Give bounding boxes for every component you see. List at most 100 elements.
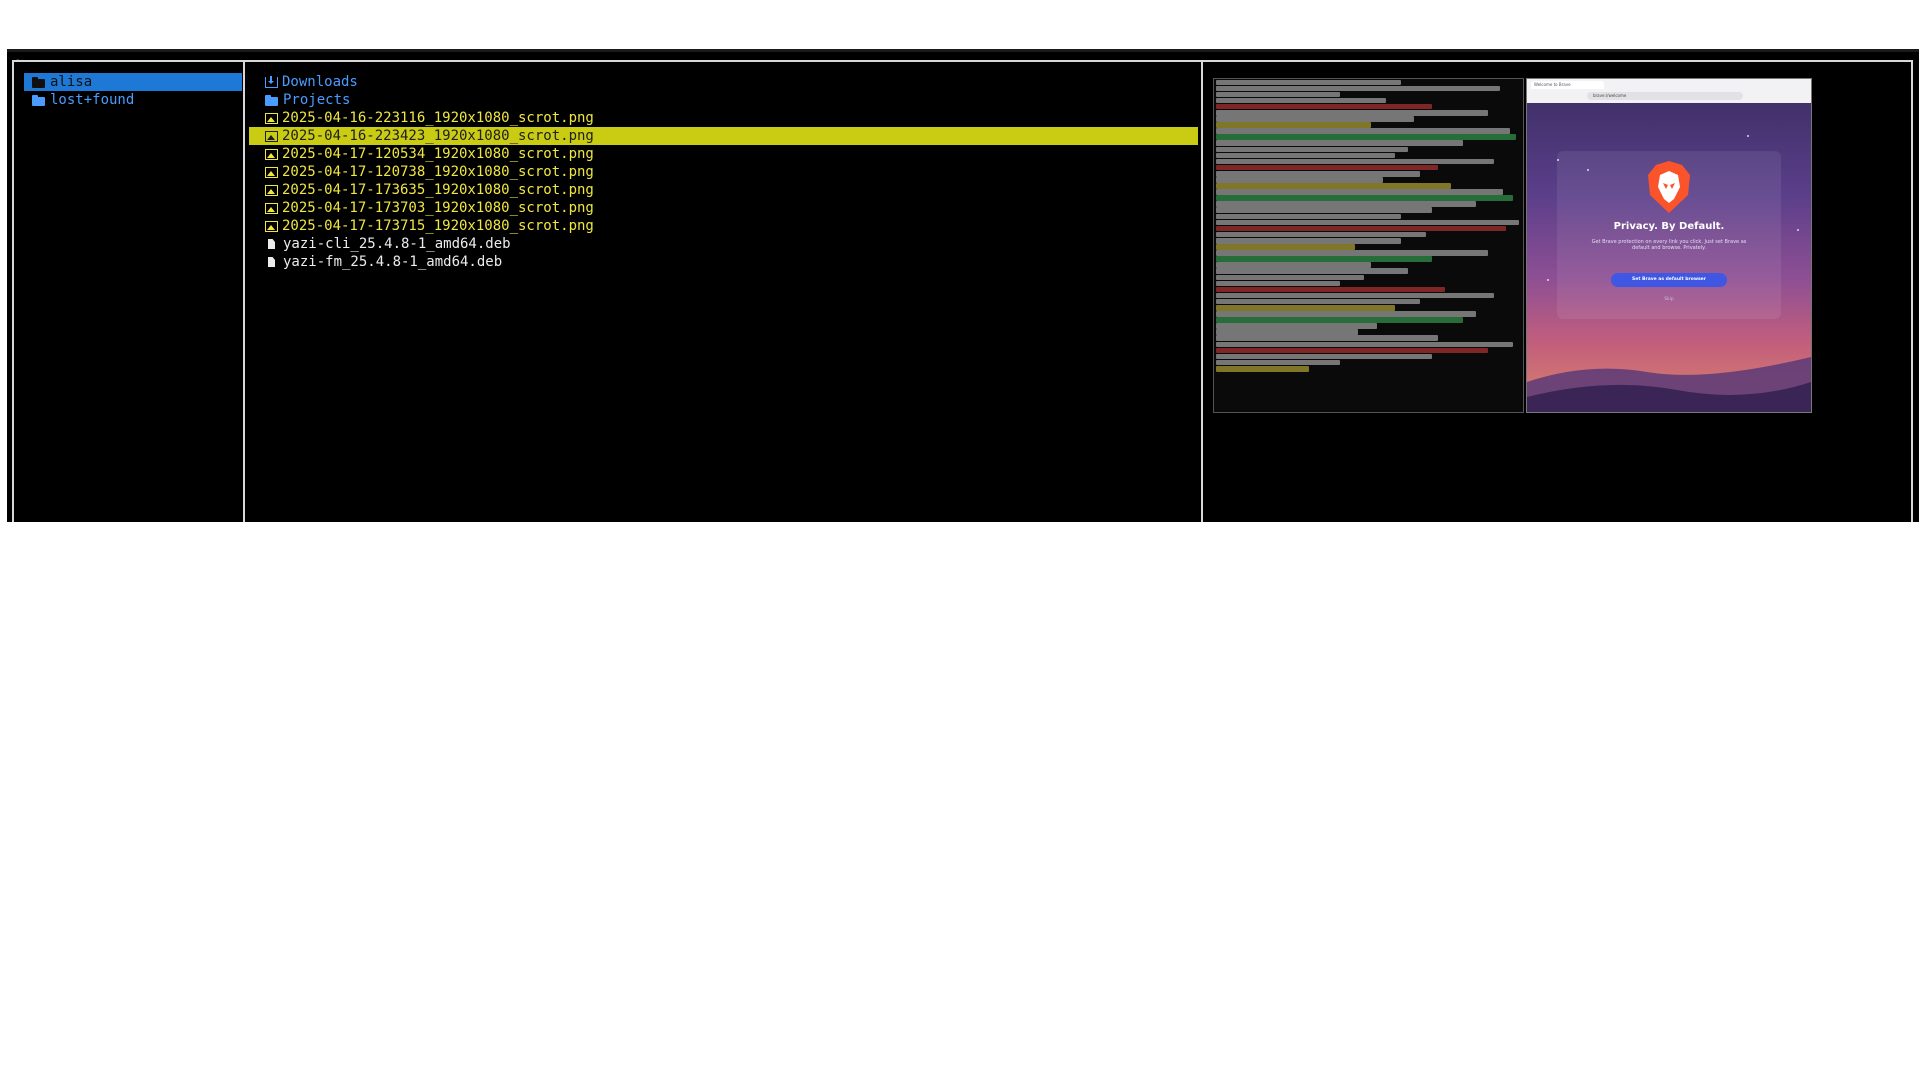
welcome-headline: Privacy. By Default. xyxy=(1613,221,1725,232)
file-item-image[interactable]: 2025-04-17-120534_1920x1080_scrot.png xyxy=(249,145,1198,163)
terminal-line xyxy=(1216,329,1359,335)
file-name: Downloads xyxy=(282,74,358,90)
download-folder-icon xyxy=(265,75,278,88)
preview-browser-screenshot: Welcome to Brave brave://welcome Privacy… xyxy=(1526,78,1812,413)
terminal-line xyxy=(1216,219,1519,226)
file-icon xyxy=(265,238,279,250)
frame-right-border xyxy=(1911,62,1913,522)
preview-pane-divider[interactable] xyxy=(1201,62,1203,522)
terminal-line xyxy=(1216,256,1433,262)
terminal-line xyxy=(1216,164,1439,171)
image-icon xyxy=(265,202,278,214)
terminal-line xyxy=(1216,298,1420,305)
terminal-line xyxy=(1216,237,1402,244)
terminal-line xyxy=(1216,311,1476,317)
file-item-deb[interactable]: yazi-fm_25.4.8-1_amd64.deb xyxy=(249,253,1198,271)
terminal-line xyxy=(1216,195,1513,201)
folder-name: alisa xyxy=(50,74,93,90)
terminal-line xyxy=(1216,286,1445,293)
star-dot xyxy=(1547,279,1549,281)
terminal-line xyxy=(1216,91,1340,98)
terminal-line xyxy=(1216,231,1427,238)
terminal-line xyxy=(1216,207,1433,214)
image-icon xyxy=(265,184,278,196)
file-icon xyxy=(265,256,279,268)
terminal-line xyxy=(1216,353,1433,360)
skip-link: Skip xyxy=(1664,297,1674,302)
image-icon xyxy=(265,130,278,142)
terminal-line xyxy=(1216,268,1408,274)
terminal-line xyxy=(1216,292,1495,299)
file-item-projects[interactable]: Projects xyxy=(249,91,1198,109)
frame-left-border xyxy=(12,62,14,522)
file-item-image[interactable]: 2025-04-17-173635_1920x1080_scrot.png xyxy=(249,181,1198,199)
terminal-line xyxy=(1216,79,1402,86)
terminal-line xyxy=(1216,109,1488,116)
terminal-line xyxy=(1216,274,1365,281)
terminal-line xyxy=(1216,85,1501,92)
terminal-line xyxy=(1216,304,1396,311)
file-name: 2025-04-17-173715_1920x1080_scrot.png xyxy=(282,218,594,234)
terminal-line xyxy=(1216,280,1340,287)
file-name: 2025-04-17-120738_1920x1080_scrot.png xyxy=(282,164,594,180)
image-icon xyxy=(265,166,278,178)
terminal-line xyxy=(1216,317,1464,323)
terminal-line xyxy=(1216,250,1488,256)
image-icon xyxy=(265,220,278,232)
terminal-window: ~ alisa lost+found Downloads Projects 20… xyxy=(7,49,1919,522)
image-preview: Welcome to Brave brave://welcome Privacy… xyxy=(1213,78,1812,413)
terminal-line xyxy=(1216,225,1507,232)
terminal-line xyxy=(1216,128,1510,134)
browser-url-bar: brave://welcome xyxy=(1587,92,1743,100)
file-name: 2025-04-17-173703_1920x1080_scrot.png xyxy=(282,200,594,216)
file-item-image-selected[interactable]: 2025-04-16-223423_1920x1080_scrot.png xyxy=(249,127,1198,145)
file-item-image[interactable]: 2025-04-17-173715_1920x1080_scrot.png xyxy=(249,217,1198,235)
image-icon xyxy=(265,148,278,160)
terminal-line xyxy=(1216,335,1439,342)
set-default-browser-button: Set Brave as default browser xyxy=(1611,273,1727,287)
terminal-line xyxy=(1216,116,1414,122)
folder-icon xyxy=(32,94,46,106)
terminal-line xyxy=(1216,365,1309,372)
parent-pane: alisa lost+found xyxy=(24,73,242,109)
brave-lion-logo xyxy=(1648,161,1690,213)
terminal-line xyxy=(1216,122,1371,128)
file-name: 2025-04-16-223116_1920x1080_scrot.png xyxy=(282,110,594,126)
terminal-line xyxy=(1216,146,1408,153)
welcome-subtitle: Get Brave protection on every link you c… xyxy=(1591,239,1747,251)
file-name: 2025-04-17-120534_1920x1080_scrot.png xyxy=(282,146,594,162)
terminal-line xyxy=(1216,201,1476,207)
terminal-line xyxy=(1216,213,1402,220)
terminal-line xyxy=(1216,103,1433,110)
folder-icon xyxy=(265,94,279,106)
file-name: yazi-fm_25.4.8-1_amd64.deb xyxy=(283,254,503,270)
terminal-line xyxy=(1216,140,1464,147)
file-item-image[interactable]: 2025-04-17-173703_1920x1080_scrot.png xyxy=(249,199,1198,217)
image-icon xyxy=(265,112,278,124)
file-item-image[interactable]: 2025-04-17-120738_1920x1080_scrot.png xyxy=(249,163,1198,181)
parent-pane-divider[interactable] xyxy=(243,62,245,522)
terminal-line xyxy=(1216,262,1371,268)
terminal-line xyxy=(1216,170,1420,177)
terminal-line xyxy=(1216,189,1504,195)
file-item-deb[interactable]: yazi-cli_25.4.8-1_amd64.deb xyxy=(249,235,1198,253)
terminal-line xyxy=(1216,177,1383,183)
file-name: yazi-cli_25.4.8-1_amd64.deb xyxy=(283,236,511,252)
preview-terminal-screenshot xyxy=(1213,78,1524,413)
terminal-output-lines xyxy=(1214,79,1523,372)
parent-item-lost-found[interactable]: lost+found xyxy=(24,91,242,109)
parent-item-alisa[interactable]: alisa xyxy=(24,73,242,91)
terminal-line xyxy=(1216,347,1488,354)
terminal-line xyxy=(1216,97,1386,104)
file-item-image[interactable]: 2025-04-16-223116_1920x1080_scrot.png xyxy=(249,109,1198,127)
mountain-illustration xyxy=(1527,357,1811,412)
file-name: Projects xyxy=(283,92,351,108)
file-name: 2025-04-16-223423_1920x1080_scrot.png xyxy=(282,128,594,144)
folder-icon xyxy=(32,76,46,88)
current-pane: Downloads Projects 2025-04-16-223116_192… xyxy=(249,73,1198,271)
terminal-line xyxy=(1216,158,1495,165)
browser-tab: Welcome to Brave xyxy=(1531,81,1604,89)
star-dot xyxy=(1747,135,1749,137)
file-item-downloads[interactable]: Downloads xyxy=(249,73,1198,91)
file-name: 2025-04-17-173635_1920x1080_scrot.png xyxy=(282,182,594,198)
